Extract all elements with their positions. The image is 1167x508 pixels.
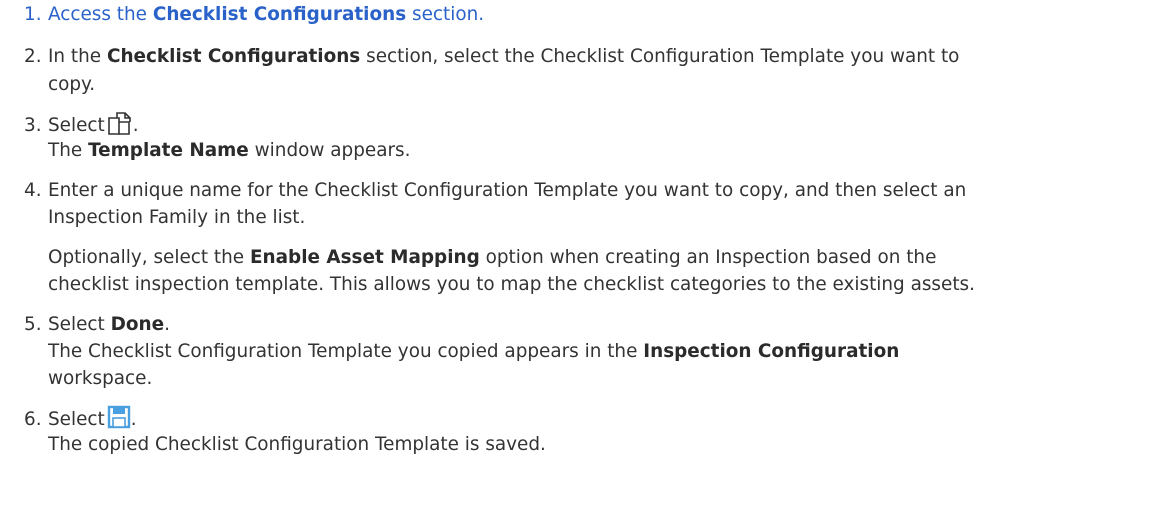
step-4-note-continued: checklist inspection template. This allo…	[48, 274, 975, 295]
step-3-result: The Template Name window appears.	[48, 140, 411, 161]
step-2-continued: copy.	[48, 74, 96, 95]
step-number: 6.	[24, 409, 42, 430]
step-5: 5. Select Done.	[24, 312, 1163, 338]
step-link[interactable]: Access the Checklist Configurations sect…	[48, 4, 484, 25]
done-button-label: Done	[110, 314, 165, 335]
step-2: 2. In the Checklist Configurations sectio…	[24, 44, 1163, 70]
step-5-result-continued: workspace.	[48, 368, 153, 389]
step-5-result: The Checklist Configuration Template you…	[48, 341, 900, 362]
step-number: 3.	[24, 115, 42, 136]
step-4: 4. Enter a unique name for the Checklist …	[24, 178, 1163, 204]
step-number: 2.	[24, 46, 42, 67]
step-number: 5.	[24, 314, 42, 335]
step-1[interactable]: 1. Access the Checklist Configurations se…	[24, 2, 1163, 28]
procedure-steps: 1. Access the Checklist Configurations se…	[0, 0, 1167, 508]
step-number: 1.	[24, 4, 42, 25]
step-6-result: The copied Checklist Configuration Templ…	[48, 434, 546, 455]
step-4-continued: Inspection Family in the list.	[48, 207, 306, 228]
step-4-note: Optionally, select the Enable Asset Mapp…	[48, 247, 937, 268]
step-number: 4.	[24, 180, 42, 201]
